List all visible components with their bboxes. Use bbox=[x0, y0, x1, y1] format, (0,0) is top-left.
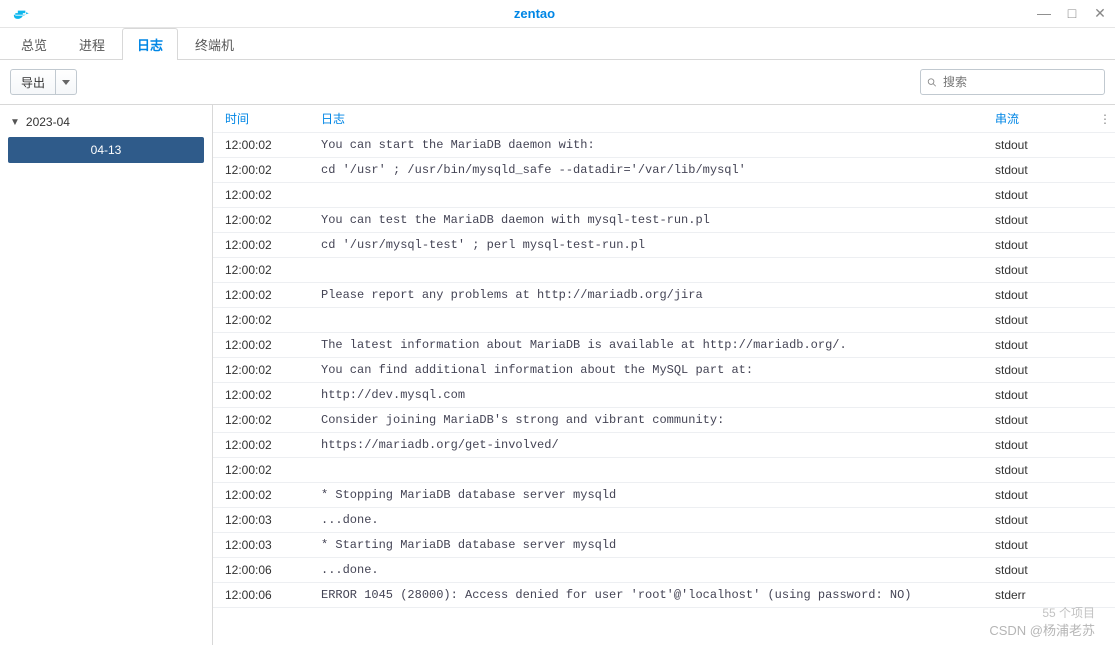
cell-log: Consider joining MariaDB's strong and vi… bbox=[317, 413, 995, 427]
cell-stream: stdout bbox=[995, 338, 1095, 352]
table-row[interactable]: 12:00:02 stdout bbox=[213, 183, 1115, 208]
cell-time: 12:00:06 bbox=[213, 563, 317, 577]
table-row[interactable]: 12:00:02 stdout bbox=[213, 308, 1115, 333]
cell-time: 12:00:02 bbox=[213, 138, 317, 152]
cell-time: 12:00:02 bbox=[213, 388, 317, 402]
table-row[interactable]: 12:00:02 * Stopping MariaDB database ser… bbox=[213, 483, 1115, 508]
header-time[interactable]: 时间 bbox=[213, 110, 317, 127]
cell-stream: stdout bbox=[995, 388, 1095, 402]
cell-time: 12:00:06 bbox=[213, 588, 317, 602]
cell-log: You can test the MariaDB daemon with mys… bbox=[317, 213, 995, 227]
tab-0[interactable]: 总览 bbox=[6, 28, 62, 60]
table-row[interactable]: 12:00:02 stdout bbox=[213, 258, 1115, 283]
minimize-button[interactable]: — bbox=[1037, 5, 1051, 22]
watermark-text: CSDN @杨浦老苏 bbox=[989, 620, 1095, 639]
cell-log: http://dev.mysql.com bbox=[317, 388, 995, 402]
table-row[interactable]: 12:00:02cd '/usr' ; /usr/bin/mysqld_safe… bbox=[213, 158, 1115, 183]
cell-stream: stdout bbox=[995, 263, 1095, 277]
close-button[interactable]: ✕ bbox=[1093, 5, 1107, 22]
cell-log: * Stopping MariaDB database server mysql… bbox=[317, 488, 995, 502]
column-menu-icon[interactable]: ⋮ bbox=[1095, 112, 1115, 126]
table-row[interactable]: 12:00:03 ...done.stdout bbox=[213, 508, 1115, 533]
table-row[interactable]: 12:00:02cd '/usr/mysql-test' ; perl mysq… bbox=[213, 233, 1115, 258]
cell-stream: stderr bbox=[995, 588, 1095, 602]
cell-time: 12:00:02 bbox=[213, 163, 317, 177]
tab-2[interactable]: 日志 bbox=[122, 28, 178, 60]
date-group-node[interactable]: ▼ 2023-04 bbox=[8, 111, 204, 133]
cell-stream: stdout bbox=[995, 413, 1095, 427]
tab-1[interactable]: 进程 bbox=[64, 28, 120, 60]
cell-stream: stdout bbox=[995, 313, 1095, 327]
cell-time: 12:00:03 bbox=[213, 538, 317, 552]
table-header: 时间 日志 串流 ⋮ bbox=[213, 105, 1115, 133]
cell-log: ERROR 1045 (28000): Access denied for us… bbox=[317, 588, 995, 602]
cell-log: Please report any problems at http://mar… bbox=[317, 288, 995, 302]
cell-stream: stdout bbox=[995, 563, 1095, 577]
date-item-selected[interactable]: 04-13 bbox=[8, 137, 204, 163]
table-row[interactable]: 12:00:02The latest information about Mar… bbox=[213, 333, 1115, 358]
cell-stream: stdout bbox=[995, 488, 1095, 502]
chevron-down-icon bbox=[62, 80, 70, 85]
table-row[interactable]: 12:00:03 * Starting MariaDB database ser… bbox=[213, 533, 1115, 558]
cell-stream: stdout bbox=[995, 163, 1095, 177]
table-row[interactable]: 12:00:06 ...done.stdout bbox=[213, 558, 1115, 583]
table-row[interactable]: 12:00:02You can test the MariaDB daemon … bbox=[213, 208, 1115, 233]
search-box[interactable] bbox=[920, 69, 1105, 95]
maximize-button[interactable]: □ bbox=[1065, 5, 1079, 22]
cell-log: You can start the MariaDB daemon with: bbox=[317, 138, 995, 152]
cell-stream: stdout bbox=[995, 463, 1095, 477]
cell-stream: stdout bbox=[995, 363, 1095, 377]
cell-log: * Starting MariaDB database server mysql… bbox=[317, 538, 995, 552]
export-button[interactable]: 导出 bbox=[10, 69, 56, 95]
window-title: zentao bbox=[32, 6, 1037, 21]
cell-stream: stdout bbox=[995, 513, 1095, 527]
table-row[interactable]: 12:00:02You can find additional informat… bbox=[213, 358, 1115, 383]
cell-time: 12:00:02 bbox=[213, 463, 317, 477]
cell-time: 12:00:02 bbox=[213, 238, 317, 252]
cell-log: cd '/usr/mysql-test' ; perl mysql-test-r… bbox=[317, 238, 995, 252]
table-row[interactable]: 12:00:06ERROR 1045 (28000): Access denie… bbox=[213, 583, 1115, 608]
cell-log: You can find additional information abou… bbox=[317, 363, 995, 377]
cell-log: ...done. bbox=[317, 563, 995, 577]
header-stream[interactable]: 串流 bbox=[995, 110, 1095, 127]
tab-3[interactable]: 终端机 bbox=[180, 28, 249, 60]
export-dropdown-button[interactable] bbox=[56, 69, 77, 95]
cell-stream: stdout bbox=[995, 538, 1095, 552]
table-row[interactable]: 12:00:02https://mariadb.org/get-involved… bbox=[213, 433, 1115, 458]
cell-stream: stdout bbox=[995, 138, 1095, 152]
cell-time: 12:00:02 bbox=[213, 213, 317, 227]
cell-time: 12:00:02 bbox=[213, 188, 317, 202]
docker-logo-icon bbox=[12, 4, 32, 24]
table-row[interactable]: 12:00:02Consider joining MariaDB's stron… bbox=[213, 408, 1115, 433]
cell-stream: stdout bbox=[995, 213, 1095, 227]
cell-stream: stdout bbox=[995, 188, 1095, 202]
cell-time: 12:00:02 bbox=[213, 488, 317, 502]
cell-time: 12:00:02 bbox=[213, 288, 317, 302]
cell-stream: stdout bbox=[995, 238, 1095, 252]
table-row[interactable]: 12:00:02http://dev.mysql.comstdout bbox=[213, 383, 1115, 408]
cell-log: The latest information about MariaDB is … bbox=[317, 338, 995, 352]
table-row[interactable]: 12:00:02 stdout bbox=[213, 458, 1115, 483]
table-row[interactable]: 12:00:02Please report any problems at ht… bbox=[213, 283, 1115, 308]
cell-log: ...done. bbox=[317, 513, 995, 527]
cell-time: 12:00:02 bbox=[213, 413, 317, 427]
cell-time: 12:00:02 bbox=[213, 263, 317, 277]
cell-time: 12:00:02 bbox=[213, 338, 317, 352]
search-input[interactable] bbox=[943, 75, 1098, 89]
collapse-arrow-icon: ▼ bbox=[10, 117, 20, 128]
cell-log: cd '/usr' ; /usr/bin/mysqld_safe --datad… bbox=[317, 163, 995, 177]
header-log[interactable]: 日志 bbox=[317, 110, 995, 127]
cell-log: https://mariadb.org/get-involved/ bbox=[317, 438, 995, 452]
search-icon bbox=[927, 76, 937, 89]
table-row[interactable]: 12:00:02You can start the MariaDB daemon… bbox=[213, 133, 1115, 158]
date-group-label: 2023-04 bbox=[26, 115, 70, 129]
cell-time: 12:00:03 bbox=[213, 513, 317, 527]
cell-time: 12:00:02 bbox=[213, 438, 317, 452]
cell-stream: stdout bbox=[995, 438, 1095, 452]
cell-stream: stdout bbox=[995, 288, 1095, 302]
cell-time: 12:00:02 bbox=[213, 363, 317, 377]
cell-time: 12:00:02 bbox=[213, 313, 317, 327]
